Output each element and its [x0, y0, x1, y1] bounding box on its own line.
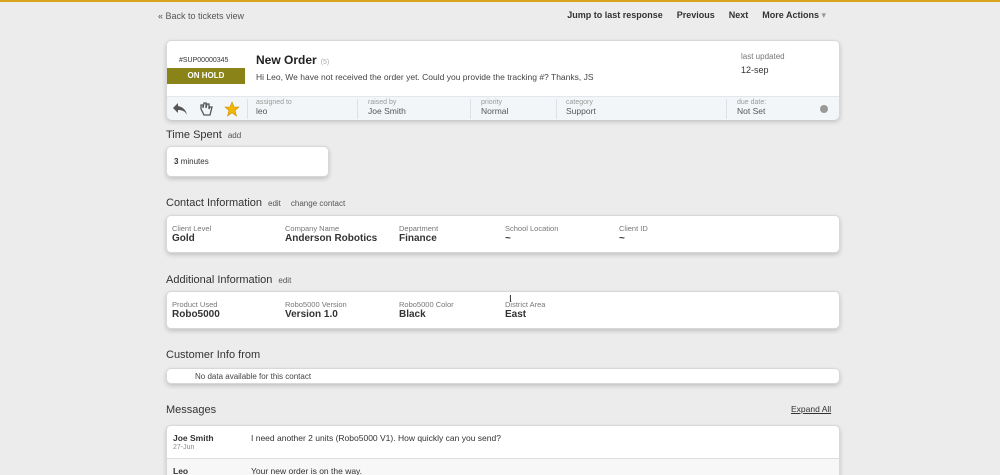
meta-due-date[interactable]: due date: Not Set [726, 99, 808, 119]
meta-value: Joe Smith [368, 106, 406, 116]
customer-info-empty-message: No data available for this contact [195, 372, 312, 381]
field-label: Client Level [172, 224, 212, 233]
message-author: Joe Smith [173, 433, 214, 443]
meta-value: Not Set [737, 106, 766, 116]
back-to-tickets-link[interactable]: « Back to tickets view [158, 11, 244, 21]
change-contact-link[interactable]: change contact [291, 199, 345, 208]
meta-label: raised by [368, 99, 397, 106]
contact-field-client-level: Client Level Gold [172, 224, 211, 244]
contact-field-school-location: School Location ~ [505, 224, 558, 244]
contact-field-department: Department Finance [399, 224, 438, 244]
last-updated-value: 12-sep [741, 65, 769, 75]
ticket-meta-row: assigned to leo raised by Joe Smith prio… [167, 96, 839, 120]
time-spent-value: 3 minutes [174, 157, 209, 166]
contact-field-client-id: Client ID ~ [619, 224, 648, 244]
field-value: Black [399, 309, 426, 320]
field-label: School Location [505, 224, 559, 233]
additional-field-product-used: Product Used Robo5000 [172, 300, 220, 320]
more-actions-dropdown[interactable]: More Actions [762, 10, 826, 21]
additional-field-robo-version: Robo5000 Version Version 1.0 [285, 300, 347, 320]
meta-value: Support [566, 106, 596, 116]
meta-value: Normal [481, 106, 509, 116]
field-value: Robo5000 [172, 309, 220, 320]
field-label: Client ID [619, 224, 648, 233]
field-value: Anderson Robotics [285, 233, 378, 244]
previous-link[interactable]: Previous [677, 10, 715, 21]
ticket-title-text: New Order [256, 53, 317, 67]
field-label: Product Used [172, 300, 218, 309]
time-spent-heading: Time Spent add [166, 129, 241, 141]
ticket-preview-message: Hi Leo, We have not received the order y… [256, 72, 594, 82]
contact-info-box: Client Level Gold Company Name Anderson … [166, 215, 840, 253]
ticket-navigation: « Back to tickets view Jump to last resp… [158, 10, 838, 24]
contact-info-title: Contact Information [166, 197, 262, 209]
messages-heading: Messages [166, 404, 217, 416]
nav-actions: Jump to last response Previous Next More… [567, 10, 826, 21]
contact-edit-link[interactable]: edit [268, 199, 281, 208]
field-value: Finance [399, 233, 437, 244]
field-value: East [505, 309, 527, 320]
assign-hand-icon[interactable] [197, 100, 215, 118]
field-label: Department [399, 224, 439, 233]
ticket-title: New Order (5) [256, 53, 329, 67]
time-spent-unit: minutes [180, 157, 209, 166]
field-value: Version 1.0 [285, 309, 338, 320]
meta-value: leo [256, 106, 268, 116]
field-label: Robo5000 Color [399, 300, 454, 309]
field-label: Company Name [285, 224, 340, 233]
star-icon[interactable] [223, 100, 241, 118]
status-badge: ON HOLD [167, 68, 245, 84]
customer-info-heading: Customer Info from [166, 349, 261, 361]
ticket-card: #SUP00000345 ON HOLD New Order (5) Hi Leo… [166, 40, 840, 120]
additional-info-title: Additional Information [166, 274, 273, 286]
status-dot-icon [820, 105, 828, 113]
messages-list: Joe Smith 27-Jun I need another 2 units … [166, 425, 840, 475]
meta-label: priority [481, 99, 503, 106]
meta-label: category [566, 99, 593, 106]
ticket-id: #SUP00000345 [179, 57, 229, 64]
message-text: Your new order is on the way. [251, 466, 363, 475]
field-value: ~ [619, 233, 625, 244]
message-item[interactable]: Joe Smith 27-Jun I need another 2 units … [167, 426, 839, 451]
message-date: 27-Jun [173, 444, 195, 451]
meta-raised-by: raised by Joe Smith [357, 99, 470, 119]
time-spent-title: Time Spent [166, 129, 222, 141]
field-label: Robo5000 Version [285, 300, 347, 309]
additional-info-heading: Additional Information edit [166, 274, 291, 286]
meta-priority: priority Normal [470, 99, 556, 119]
ticket-message-count: (5) [320, 59, 330, 66]
message-text: I need another 2 units (Robo5000 V1). Ho… [251, 433, 501, 443]
additional-field-robo-color: Robo5000 Color Black [399, 300, 454, 320]
reply-icon[interactable] [171, 100, 189, 118]
customer-info-box: No data available for this contact [166, 368, 840, 384]
field-value: Gold [172, 233, 195, 244]
next-link[interactable]: Next [729, 10, 749, 21]
time-spent-add-link[interactable]: add [228, 131, 241, 140]
meta-assigned-to: assigned to leo [247, 99, 357, 119]
field-value: ~ [505, 233, 511, 244]
time-spent-box: 3 minutes [166, 146, 329, 177]
contact-info-heading: Contact Information edit change contact [166, 197, 345, 209]
meta-category: category Support [556, 99, 726, 119]
text-cursor-icon: I [509, 294, 512, 305]
expand-all-link[interactable]: Expand All [791, 404, 831, 414]
additional-info-box: Product Used Robo5000 Robo5000 Version V… [166, 291, 840, 329]
jump-to-last-response-link[interactable]: Jump to last response [567, 10, 663, 21]
meta-label: due date: [737, 99, 767, 106]
additional-edit-link[interactable]: edit [278, 276, 291, 285]
meta-label: assigned to [256, 99, 292, 106]
last-updated-label: last updated [741, 52, 785, 61]
message-item[interactable]: Leo Your new order is on the way. [167, 458, 839, 475]
contact-field-company-name: Company Name Anderson Robotics [285, 224, 377, 244]
time-spent-minutes: 3 [174, 157, 179, 166]
message-author: Leo [173, 466, 189, 475]
ticket-action-icons [171, 100, 241, 118]
